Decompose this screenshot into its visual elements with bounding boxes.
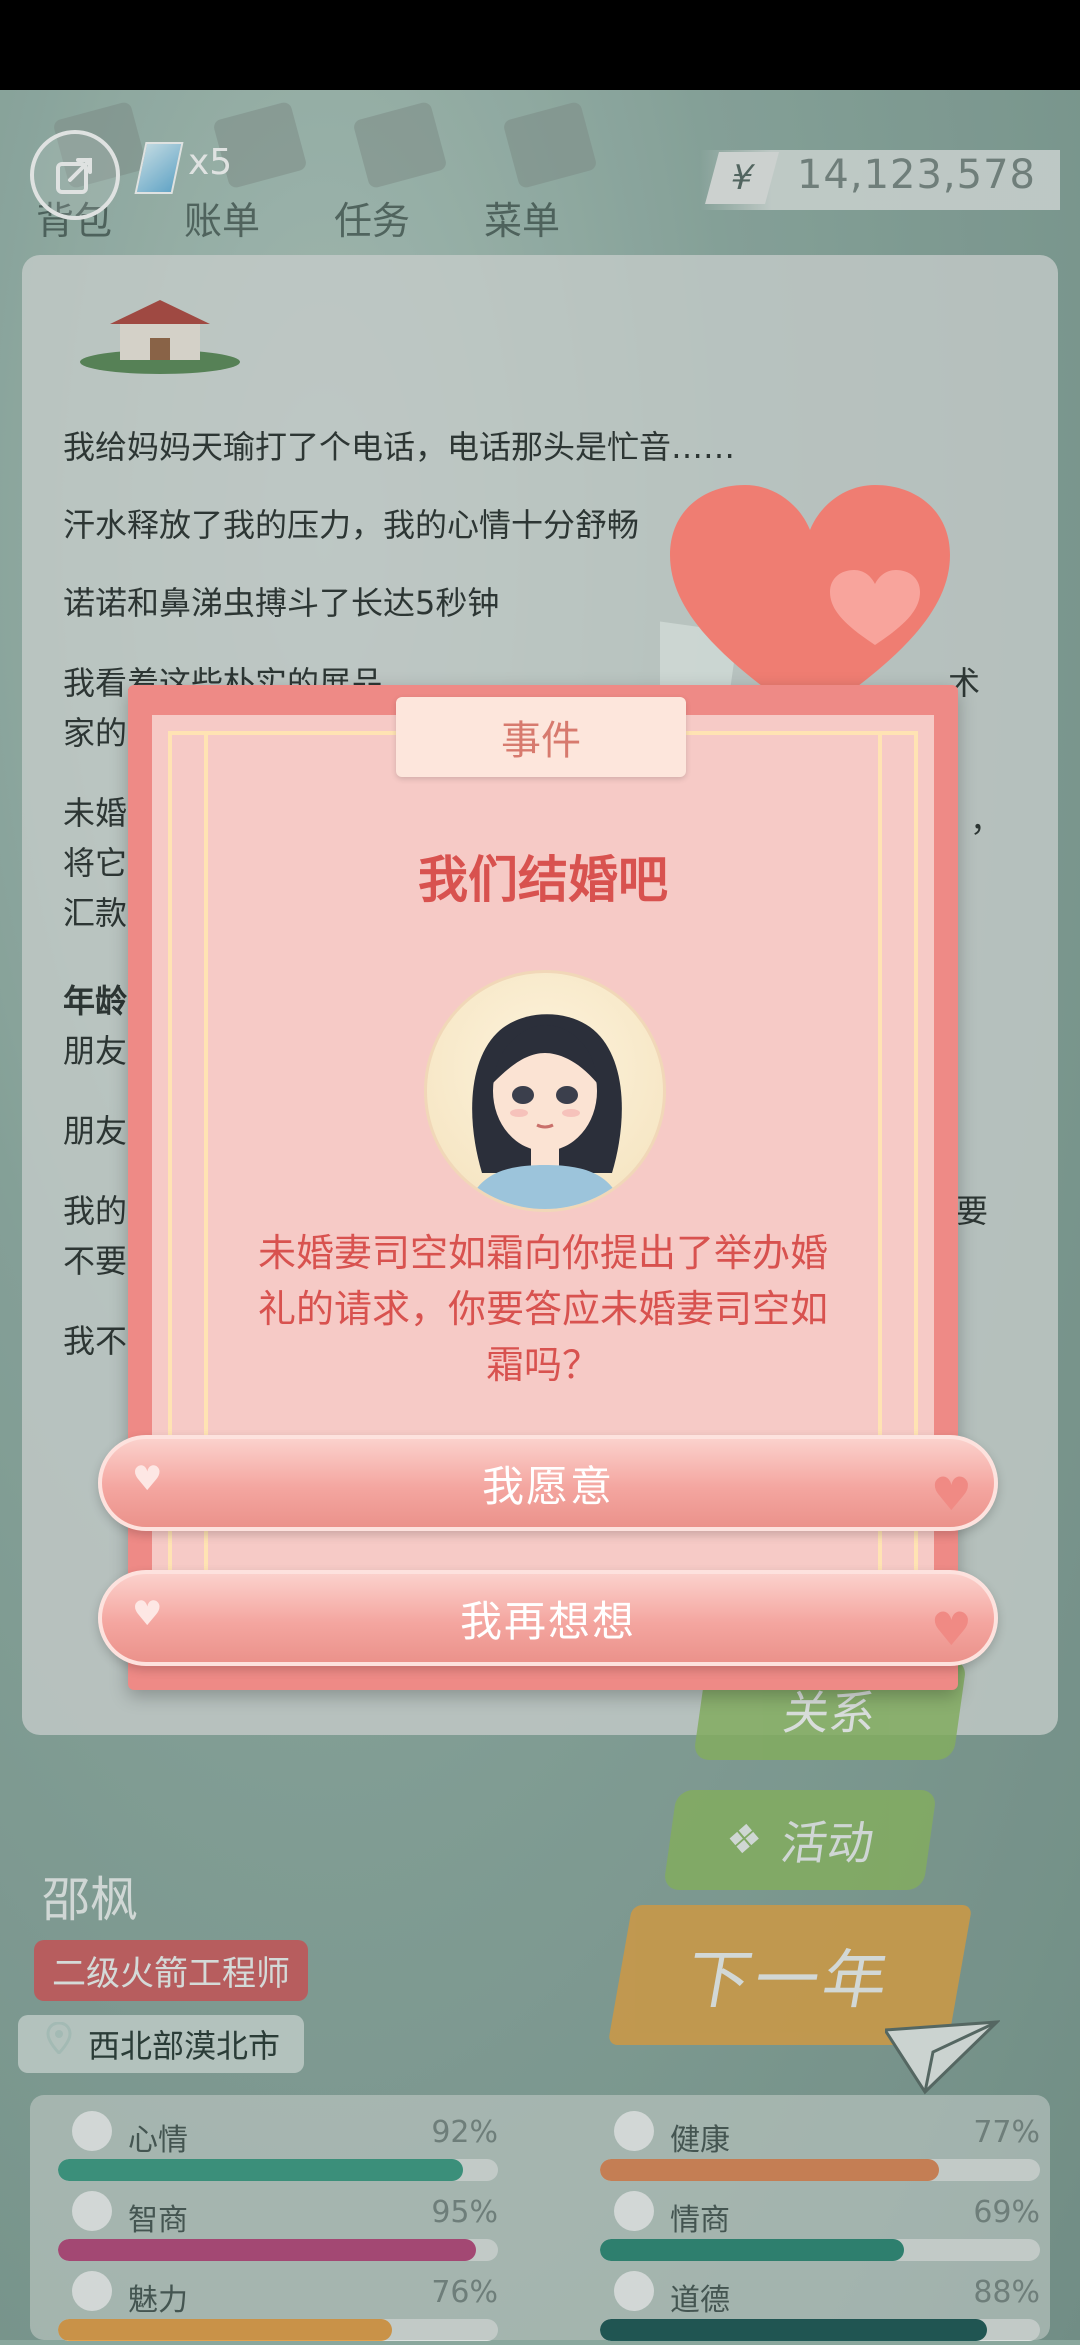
heart-icon: ♥ (930, 1467, 974, 1521)
decline-label: 我再想想 (459, 1596, 636, 1646)
heart-icon: ♥ (930, 1602, 974, 1656)
dialog-tab: 事件 (396, 697, 686, 777)
accept-label: 我愿意 (481, 1461, 614, 1511)
heart-icon: ♥ (132, 1459, 165, 1499)
dialog-title: 我们结婚吧 (418, 851, 668, 909)
heart-icon: ♥ (132, 1594, 165, 1634)
status-bar (0, 0, 1080, 90)
fiancee-avatar (424, 970, 666, 1212)
accept-button[interactable]: 我愿意 ♥ ♥ (98, 1435, 998, 1531)
dialog-tab-label: 事件 (501, 718, 581, 764)
dialog-message: 未婚妻司空如霜向你提出了举办婚礼的请求，你要答应未婚妻司空如霜吗？ (257, 1231, 828, 1387)
portrait-image (467, 1014, 623, 1209)
event-dialog: 事件 我们结婚吧 未婚妻司空如霜向你提出了举办婚礼的请求，你要答应未婚妻司空如霜… (128, 685, 958, 1690)
decline-button[interactable]: 我再想想 ♥ ♥ (98, 1570, 998, 1666)
